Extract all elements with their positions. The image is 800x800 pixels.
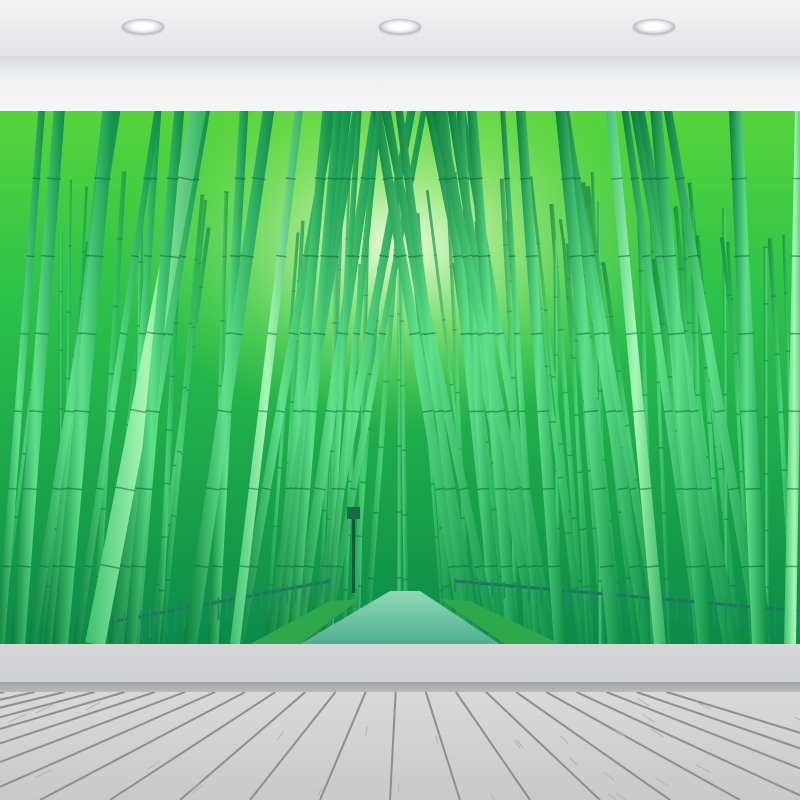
bamboo-node: [748, 565, 765, 568]
ceiling-light-center: [379, 19, 421, 34]
upper-wall: [0, 56, 800, 111]
bamboo-node: [445, 584, 451, 587]
wood-grain: [608, 793, 618, 800]
bamboo-node: [734, 255, 751, 258]
bamboo-node: [14, 410, 23, 413]
bamboo-node: [212, 565, 223, 568]
ceiling-light-left: [122, 19, 164, 34]
bamboo-node: [138, 332, 147, 335]
bamboo-node: [474, 410, 485, 413]
bamboo-node: [666, 375, 673, 379]
bamboo-node: [144, 255, 153, 258]
wood-grain: [435, 735, 439, 744]
bamboo-node: [368, 177, 376, 180]
wood-grain: [794, 717, 800, 721]
bamboo-node: [659, 322, 666, 325]
floor-plank-seam: [424, 692, 461, 800]
bamboo-node: [490, 508, 497, 511]
bamboo-node: [313, 332, 324, 335]
floor-plank-seam: [0, 692, 95, 719]
wood-grain: [277, 731, 284, 740]
bamboo-node: [479, 487, 490, 490]
wood-grain: [516, 739, 524, 749]
bamboo-node: [564, 531, 572, 535]
bamboo-node: [20, 332, 29, 335]
bamboo-node: [360, 255, 369, 258]
bamboo-node: [8, 487, 17, 490]
bamboo-node: [320, 254, 331, 258]
wood-grain: [559, 735, 569, 745]
bamboo-node: [337, 487, 345, 490]
floor-plank-seam: [109, 692, 276, 800]
lower-wall: [0, 644, 800, 682]
bamboo-node: [352, 332, 361, 335]
bamboo-node: [32, 177, 41, 180]
bamboo-node: [293, 565, 304, 568]
bamboo-node: [494, 487, 507, 491]
bamboo-node: [306, 410, 318, 413]
bamboo-node: [531, 332, 544, 335]
bamboo-node: [608, 315, 614, 318]
bamboo-node: [234, 177, 246, 180]
floor-plank-seam: [249, 692, 337, 800]
wood-grain: [616, 792, 627, 800]
wood-grain: [365, 726, 368, 735]
wood-grain: [568, 756, 579, 766]
floor-plank-seam: [389, 692, 397, 800]
wooden-floor: [0, 692, 800, 800]
baseboard: [0, 682, 800, 692]
bamboo-node: [593, 250, 599, 253]
floor-plank-seam: [0, 692, 156, 745]
bamboo-node: [733, 352, 739, 355]
bamboo-node: [557, 476, 564, 479]
floor-plank-seam: [319, 692, 367, 800]
bamboo-forest-image: [0, 111, 800, 644]
bamboo-node: [519, 177, 532, 180]
bamboo-node: [737, 332, 754, 335]
floor-plank-seam: [485, 692, 601, 800]
bamboo-node: [726, 294, 732, 297]
floor-planks: [0, 692, 800, 800]
bamboo-node: [616, 370, 622, 373]
bamboo-node: [471, 177, 484, 180]
bamboo-node: [2, 565, 11, 568]
floor-plank-seam: [666, 692, 800, 734]
bamboo-node: [345, 410, 353, 413]
wood-grain: [695, 764, 712, 774]
bamboo-node: [542, 487, 555, 491]
wood-grain: [655, 777, 669, 787]
wood-grain: [641, 713, 655, 723]
bamboo-node: [26, 255, 35, 258]
bamboo-node: [300, 487, 311, 491]
bamboo-node: [477, 254, 489, 258]
bamboo-node: [469, 332, 480, 335]
bamboo-node: [329, 565, 337, 568]
bamboo-node: [500, 565, 513, 568]
bamboo-node: [548, 565, 561, 568]
bamboo-node: [744, 487, 761, 490]
bamboo-node: [625, 576, 632, 580]
bamboo-node: [484, 565, 495, 568]
wood-grain: [603, 771, 615, 781]
floor-plank-seam: [179, 692, 307, 800]
bamboo-node: [525, 254, 538, 258]
wood-grain: [513, 739, 521, 749]
bamboo-node: [230, 255, 241, 258]
bamboo-node: [536, 410, 549, 413]
wood-grain: [614, 728, 626, 738]
floor-plank-seam: [545, 692, 741, 800]
wood-grain: [490, 793, 495, 800]
bamboo-node: [741, 410, 758, 413]
bamboo-node: [624, 424, 630, 427]
bamboo-forest-mural: [0, 111, 800, 644]
ceiling-light-right: [633, 19, 675, 34]
floor-plank-seam: [575, 692, 800, 797]
bamboo-node: [326, 177, 338, 180]
bamboo-node: [549, 420, 556, 424]
bamboo-node: [730, 177, 747, 180]
floor-plank-seam: [606, 692, 800, 770]
